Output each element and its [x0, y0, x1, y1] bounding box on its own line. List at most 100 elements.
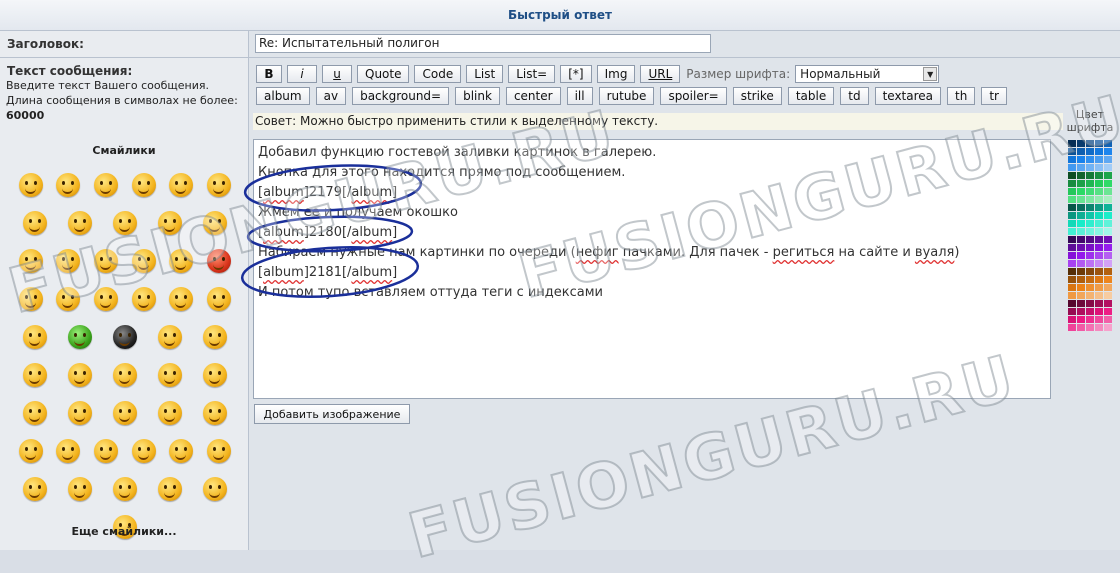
color-swatch[interactable]	[1068, 228, 1076, 235]
color-swatch[interactable]	[1068, 220, 1076, 227]
url-button[interactable]: URL	[640, 65, 681, 83]
color-swatch[interactable]	[1077, 292, 1085, 299]
smiley-icon[interactable]	[207, 287, 232, 311]
color-swatch[interactable]	[1104, 292, 1112, 299]
th-button[interactable]: th	[947, 87, 976, 105]
color-swatch[interactable]	[1068, 260, 1076, 267]
album-button[interactable]: album	[256, 87, 310, 105]
color-swatch[interactable]	[1086, 164, 1094, 171]
color-swatch[interactable]	[1104, 268, 1112, 275]
smiley-icon[interactable]	[203, 401, 228, 425]
smiley-icon[interactable]	[18, 287, 43, 311]
color-swatch[interactable]	[1068, 140, 1076, 147]
color-swatch[interactable]	[1095, 260, 1103, 267]
list-button[interactable]: List	[466, 65, 504, 83]
smiley-icon[interactable]	[94, 173, 119, 197]
smiley-icon[interactable]	[158, 477, 183, 501]
color-swatch[interactable]	[1077, 308, 1085, 315]
color-swatch[interactable]	[1068, 268, 1076, 275]
color-swatch[interactable]	[1095, 252, 1103, 259]
smiley-icon[interactable]	[67, 401, 92, 425]
smiley-icon[interactable]	[158, 325, 183, 349]
smiley-icon[interactable]	[131, 173, 156, 197]
subject-input[interactable]: Re: Испытательный полигон	[255, 34, 711, 53]
color-swatch[interactable]	[1095, 292, 1103, 299]
color-swatch[interactable]	[1068, 236, 1076, 243]
smiley-icon[interactable]	[203, 363, 228, 387]
color-swatch[interactable]	[1068, 276, 1076, 283]
color-swatch[interactable]	[1077, 276, 1085, 283]
add-image-button[interactable]: Добавить изображение	[254, 404, 410, 424]
color-swatch[interactable]	[1086, 148, 1094, 155]
av-button[interactable]: av	[315, 87, 347, 105]
rutube-button[interactable]: rutube	[598, 87, 655, 105]
img-button[interactable]: Img	[596, 65, 636, 83]
color-swatch[interactable]	[1077, 212, 1085, 219]
color-swatch[interactable]	[1077, 324, 1085, 331]
color-swatch[interactable]	[1077, 196, 1085, 203]
smiley-icon[interactable]	[56, 439, 81, 463]
more-smilies-link[interactable]: Еще смайлики...	[0, 525, 248, 538]
smiley-icon[interactable]	[158, 363, 183, 387]
smiley-icon[interactable]	[169, 173, 194, 197]
color-swatch[interactable]	[1086, 268, 1094, 275]
color-swatch[interactable]	[1104, 220, 1112, 227]
color-swatch[interactable]	[1095, 300, 1103, 307]
color-swatch[interactable]	[1086, 308, 1094, 315]
smiley-icon[interactable]	[169, 439, 194, 463]
color-swatch[interactable]	[1077, 236, 1085, 243]
color-swatch[interactable]	[1104, 276, 1112, 283]
color-swatch[interactable]	[1095, 180, 1103, 187]
color-swatch[interactable]	[1104, 164, 1112, 171]
color-swatch[interactable]	[1086, 236, 1094, 243]
smiley-icon[interactable]	[67, 477, 92, 501]
color-swatch[interactable]	[1104, 172, 1112, 179]
smiley-icon[interactable]	[203, 325, 228, 349]
smiley-icon[interactable]	[169, 287, 194, 311]
color-swatch[interactable]	[1068, 156, 1076, 163]
smiley-icon[interactable]	[22, 477, 47, 501]
smiley-icon[interactable]	[112, 477, 137, 501]
color-swatch[interactable]	[1095, 212, 1103, 219]
color-swatch[interactable]	[1095, 148, 1103, 155]
color-swatch[interactable]	[1095, 236, 1103, 243]
color-swatch[interactable]	[1077, 284, 1085, 291]
color-swatch[interactable]	[1086, 172, 1094, 179]
smiley-icon[interactable]	[22, 211, 47, 235]
quote-button[interactable]: Quote	[357, 65, 410, 83]
smiley-icon[interactable]	[56, 287, 81, 311]
color-swatch[interactable]	[1104, 212, 1112, 219]
smiley-icon[interactable]	[112, 401, 137, 425]
color-swatch[interactable]	[1086, 244, 1094, 251]
color-swatch[interactable]	[1095, 316, 1103, 323]
color-swatch[interactable]	[1086, 252, 1094, 259]
color-swatch[interactable]	[1077, 220, 1085, 227]
color-swatch[interactable]	[1104, 140, 1112, 147]
list-item-button[interactable]: [*]	[560, 65, 592, 83]
color-swatch[interactable]	[1104, 308, 1112, 315]
color-swatch[interactable]	[1077, 204, 1085, 211]
color-swatch[interactable]	[1068, 180, 1076, 187]
font-size-select[interactable]: Нормальный ▼	[795, 65, 940, 83]
color-swatch[interactable]	[1068, 316, 1076, 323]
color-swatch[interactable]	[1104, 188, 1112, 195]
smiley-icon[interactable]	[131, 249, 156, 273]
color-swatch[interactable]	[1086, 316, 1094, 323]
smiley-icon[interactable]	[67, 211, 92, 235]
color-swatch[interactable]	[1086, 140, 1094, 147]
color-swatch[interactable]	[1077, 316, 1085, 323]
color-swatch[interactable]	[1077, 252, 1085, 259]
color-swatch[interactable]	[1068, 148, 1076, 155]
color-swatch[interactable]	[1095, 172, 1103, 179]
color-swatch[interactable]	[1077, 180, 1085, 187]
color-swatch[interactable]	[1086, 212, 1094, 219]
smiley-icon[interactable]	[94, 287, 119, 311]
color-swatch[interactable]	[1104, 252, 1112, 259]
color-swatch[interactable]	[1086, 228, 1094, 235]
smiley-icon[interactable]	[94, 439, 119, 463]
color-swatch[interactable]	[1095, 268, 1103, 275]
color-swatch[interactable]	[1095, 228, 1103, 235]
color-swatch[interactable]	[1077, 148, 1085, 155]
smiley-icon[interactable]	[158, 211, 183, 235]
color-swatch[interactable]	[1068, 244, 1076, 251]
